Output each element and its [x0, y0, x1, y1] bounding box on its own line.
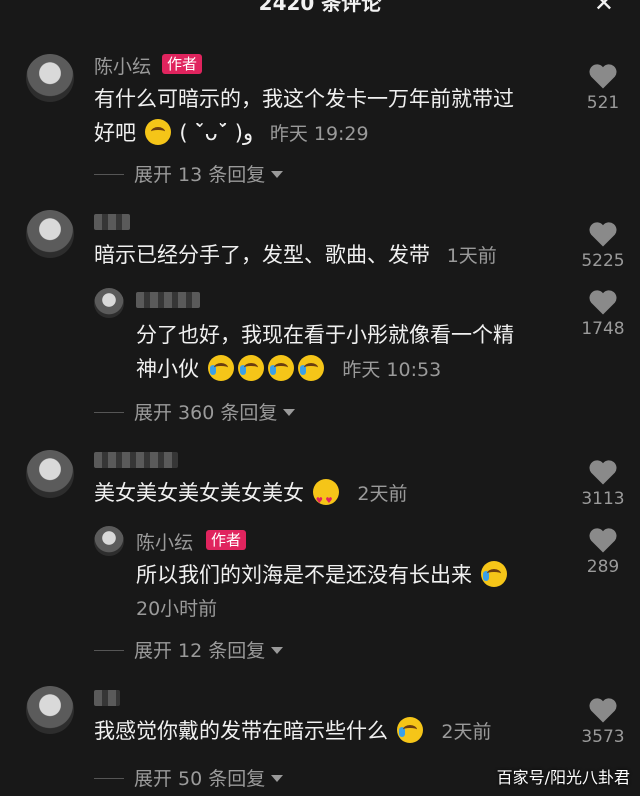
expand-replies[interactable]: 展开 12 条回复	[94, 636, 284, 663]
commenter-name[interactable]: 陈小纭	[136, 528, 193, 555]
comments-header: 2420 条评论 ✕	[0, 0, 640, 20]
expand-replies[interactable]: 展开 360 条回复	[94, 398, 296, 425]
comment-text: 暗示已经分手了，发型、歌曲、发带 1天前	[94, 238, 574, 273]
reply-text: 所以我们的刘海是不是还没有长出来	[136, 558, 566, 592]
chevron-down-icon	[271, 647, 284, 654]
like-count: 1748	[581, 319, 625, 339]
comment-text-line: 暗示已经分手了，发型、歌曲、发带	[94, 243, 430, 267]
expand-replies-label: 展开 12 条回复	[134, 640, 266, 662]
avatar[interactable]	[94, 526, 124, 556]
expand-replies-label: 展开 360 条回复	[134, 402, 278, 424]
heart-icon	[588, 458, 618, 486]
like-button[interactable]: 3113	[578, 458, 628, 509]
comment-text-line: 好吧	[94, 121, 136, 145]
reply-text-line: 神小伙	[136, 357, 199, 381]
rofl-emoji-icon	[480, 561, 507, 587]
rofl-emoji-icon	[396, 717, 423, 743]
expand-replies[interactable]: 展开 50 条回复	[94, 764, 284, 791]
like-count: 521	[586, 93, 620, 113]
reply-text-line: 分了也好，我现在看于小彤就像看一个精	[136, 323, 514, 347]
like-button[interactable]: 5225	[578, 220, 628, 271]
comment-text-line: 美女美女美女美女美女	[94, 481, 304, 505]
divider	[94, 412, 124, 413]
watermark: 百家号/阳光八卦君	[496, 768, 630, 787]
divider	[94, 650, 124, 651]
crying-laughing-emoji-icon	[297, 355, 324, 381]
heart-icon	[588, 220, 618, 248]
comment-time: 昨天 19:29	[269, 123, 369, 145]
comment-time: 2天前	[357, 483, 408, 505]
divider	[94, 174, 124, 175]
avatar[interactable]	[26, 54, 74, 102]
expand-replies-label: 展开 50 条回复	[134, 768, 266, 790]
avatar[interactable]	[26, 450, 74, 498]
comment-time: 1天前	[446, 245, 497, 267]
chevron-down-icon	[283, 409, 296, 416]
heart-eyes-emoji-icon	[312, 479, 339, 518]
comment-text-line: 我感觉你戴的发带在暗示些什么	[94, 719, 388, 743]
heart-icon	[588, 526, 618, 554]
heart-icon	[588, 288, 618, 316]
divider	[94, 778, 124, 779]
kaomoji: ( ˘̀ᴗ˘́ )و	[179, 121, 254, 145]
author-badge: 作者	[206, 530, 247, 550]
comment-text: 有什么可暗示的，我这个发卡一万年前就带过 好吧 ( ˘̀ᴗ˘́ )و 昨天 19…	[94, 82, 574, 151]
chevron-down-icon	[271, 171, 284, 178]
crying-laughing-emoji-icon	[267, 355, 294, 381]
reply-time: 昨天 10:53	[342, 359, 442, 381]
comment-text: 美女美女美女美女美女 2天前	[94, 476, 574, 518]
like-button[interactable]: 289	[578, 526, 628, 577]
commenter-name-blurred[interactable]	[136, 292, 200, 308]
chevron-down-icon	[271, 775, 284, 782]
comment-count-title: 2420 条评论	[258, 0, 382, 15]
like-count: 3113	[581, 489, 625, 509]
author-badge: 作者	[162, 54, 203, 74]
comment-text: 我感觉你戴的发带在暗示些什么 2天前	[94, 714, 574, 749]
avatar[interactable]	[26, 686, 74, 734]
reply-text-line: 所以我们的刘海是不是还没有长出来	[136, 563, 472, 587]
close-icon[interactable]: ✕	[594, 0, 614, 20]
crying-laughing-emoji-icon	[237, 355, 264, 381]
reply-text: 分了也好，我现在看于小彤就像看一个精 神小伙 昨天 10:53	[136, 318, 566, 387]
commenter-name-blurred[interactable]	[94, 690, 120, 706]
commenter-name-blurred[interactable]	[94, 214, 130, 230]
reply-time: 20小时前	[136, 598, 218, 620]
like-count: 3573	[581, 727, 625, 747]
expand-replies-label: 展开 13 条回复	[134, 164, 266, 186]
heart-icon	[588, 62, 618, 90]
crying-laughing-emoji-icon	[207, 355, 234, 381]
commenter-name[interactable]: 陈小纭	[94, 52, 151, 79]
commenter-name-blurred[interactable]	[94, 452, 178, 468]
avatar[interactable]	[26, 210, 74, 258]
like-button[interactable]: 1748	[578, 288, 628, 339]
like-count: 5225	[581, 251, 625, 271]
heart-icon	[588, 696, 618, 724]
comment-text-line: 有什么可暗示的，我这个发卡一万年前就带过	[94, 87, 514, 111]
comment-time: 2天前	[441, 721, 492, 743]
like-button[interactable]: 3573	[578, 696, 628, 747]
like-count: 289	[586, 557, 620, 577]
like-button[interactable]: 521	[578, 62, 628, 113]
avatar[interactable]	[94, 288, 124, 318]
grin-emoji-icon	[144, 119, 171, 145]
expand-replies[interactable]: 展开 13 条回复	[94, 160, 284, 187]
